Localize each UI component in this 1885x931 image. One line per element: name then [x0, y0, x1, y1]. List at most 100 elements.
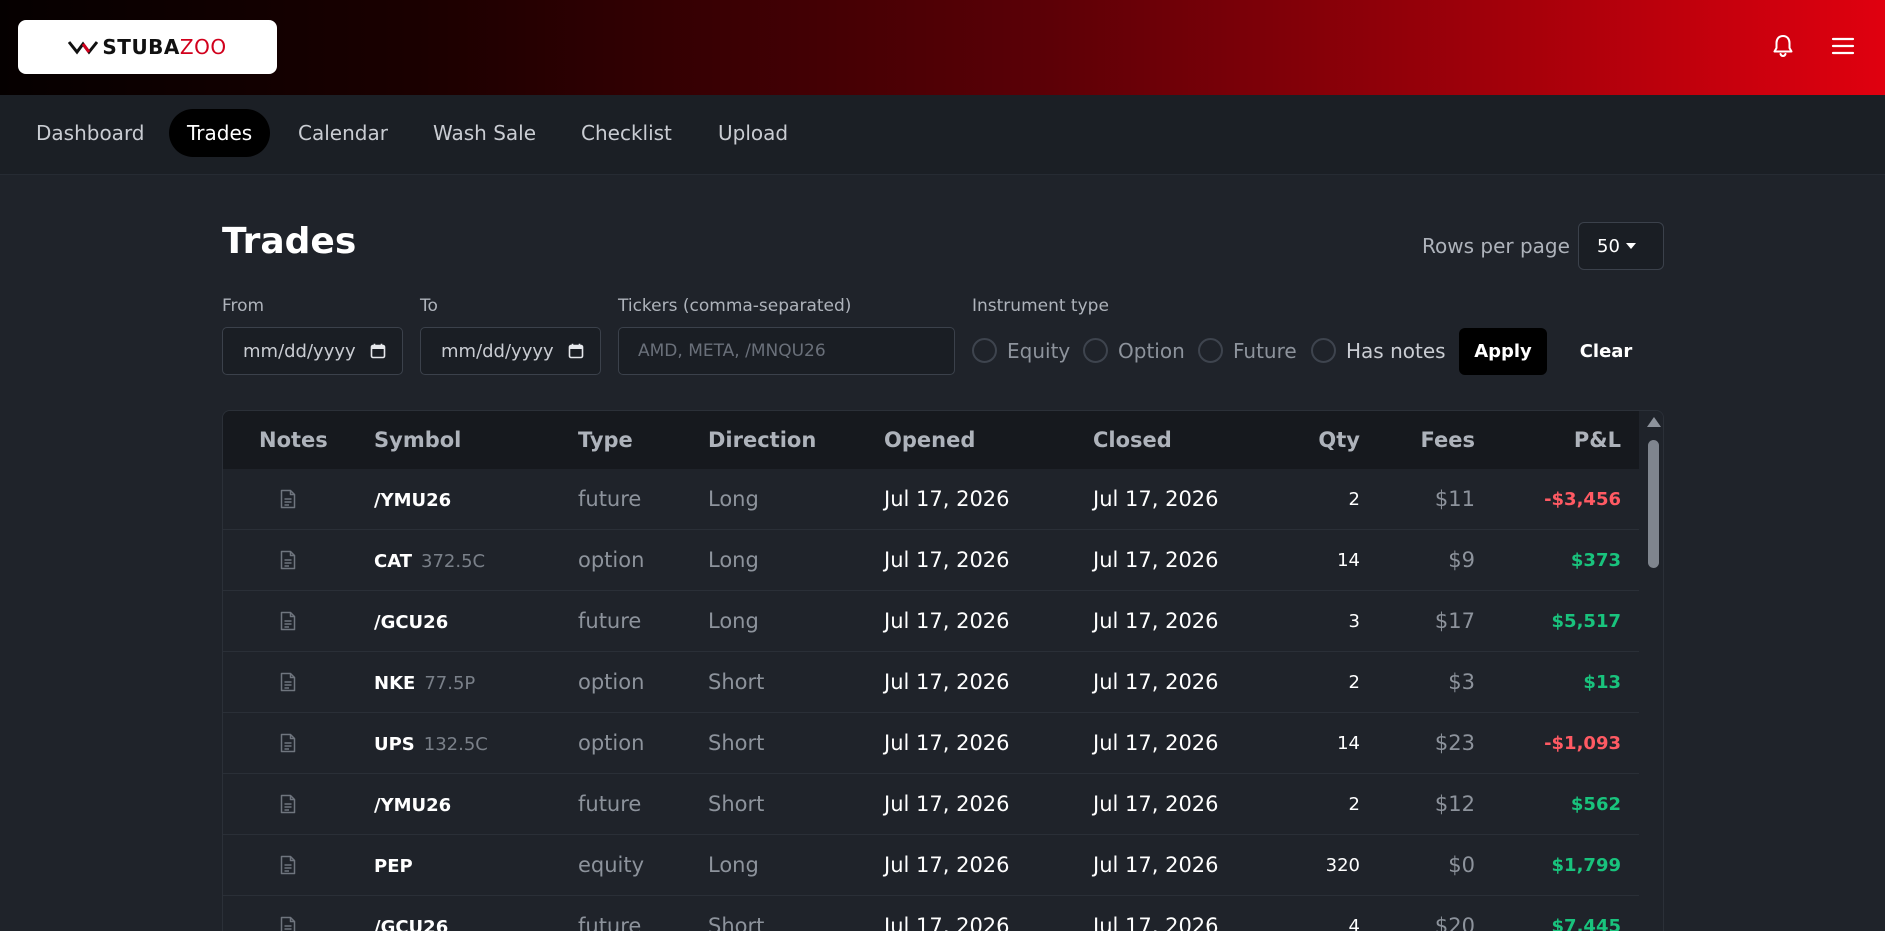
filter-future[interactable]: Future — [1198, 338, 1297, 363]
cell-opened: Jul 17, 2026 — [884, 731, 1010, 755]
nav-wash-sale[interactable]: Wash Sale — [415, 109, 554, 157]
col-closed[interactable]: Closed — [1093, 411, 1172, 469]
filter-option[interactable]: Option — [1083, 338, 1185, 363]
to-label: To — [420, 296, 438, 316]
from-date-input[interactable]: mm/dd/yyyy — [222, 327, 403, 375]
nav-calendar[interactable]: Calendar — [280, 109, 406, 157]
note-icon[interactable] — [279, 794, 297, 814]
col-direction[interactable]: Direction — [708, 411, 816, 469]
cell-qty: 14 — [1337, 733, 1360, 754]
nav-upload[interactable]: Upload — [700, 109, 806, 157]
cell-closed: Jul 17, 2026 — [1093, 670, 1219, 694]
cell-symbol: /GCU26 — [374, 896, 448, 931]
col-opened[interactable]: Opened — [884, 411, 975, 469]
nav-checklist[interactable]: Checklist — [563, 109, 690, 157]
cell-pnl: $562 — [1570, 794, 1621, 815]
cell-opened: Jul 17, 2026 — [884, 548, 1010, 572]
note-icon[interactable] — [279, 672, 297, 692]
cell-opened: Jul 17, 2026 — [884, 914, 1010, 931]
symbol-text: PEP — [374, 856, 413, 877]
cell-pnl: $7,445 — [1551, 916, 1621, 931]
cell-qty: 3 — [1348, 611, 1360, 632]
cell-direction: Long — [708, 487, 759, 511]
table-row[interactable]: /GCU26 future Long Jul 17, 2026 Jul 17, … — [223, 591, 1639, 652]
col-pnl[interactable]: P&L — [1574, 411, 1621, 469]
table-row[interactable]: /YMU26 future Long Jul 17, 2026 Jul 17, … — [223, 469, 1639, 530]
cell-pnl: $13 — [1583, 672, 1621, 693]
cell-direction: Short — [708, 731, 765, 755]
main-menu-button[interactable] — [1827, 30, 1859, 62]
scroll-up-arrow-icon[interactable] — [1647, 417, 1661, 427]
from-date-value: mm/dd/yyyy — [243, 340, 356, 362]
radio-circle — [1083, 338, 1108, 363]
filter-equity[interactable]: Equity — [972, 338, 1070, 363]
col-notes[interactable]: Notes — [259, 411, 328, 469]
table-row[interactable]: /YMU26 future Short Jul 17, 2026 Jul 17,… — [223, 774, 1639, 835]
strike-text: 132.5C — [423, 734, 488, 755]
table-row[interactable]: UPS 132.5C option Short Jul 17, 2026 Jul … — [223, 713, 1639, 774]
col-fees[interactable]: Fees — [1421, 411, 1475, 469]
filter-has-notes-label: Has notes — [1346, 338, 1446, 363]
cell-fees: $20 — [1434, 914, 1475, 931]
note-icon[interactable] — [279, 550, 297, 570]
tickers-input[interactable]: AMD, META, /MNQU26 — [618, 327, 955, 375]
cell-opened: Jul 17, 2026 — [884, 609, 1010, 633]
notifications-button[interactable] — [1767, 30, 1799, 62]
col-type[interactable]: Type — [578, 411, 633, 469]
page-title: Trades — [222, 221, 357, 262]
strike-text: 372.5C — [421, 551, 486, 572]
note-icon[interactable] — [279, 855, 297, 875]
note-icon[interactable] — [279, 916, 297, 931]
cell-symbol: /YMU26 — [374, 774, 451, 835]
cell-closed: Jul 17, 2026 — [1093, 914, 1219, 931]
rows-per-page-select[interactable]: 50 — [1578, 222, 1664, 270]
note-icon[interactable] — [279, 733, 297, 753]
cell-closed: Jul 17, 2026 — [1093, 792, 1219, 816]
col-qty[interactable]: Qty — [1318, 411, 1360, 469]
top-header: STUBAZOO — [0, 0, 1885, 95]
cell-direction: Short — [708, 914, 765, 931]
to-date-input[interactable]: mm/dd/yyyy — [420, 327, 601, 375]
cell-symbol: /YMU26 — [374, 469, 451, 530]
table-row[interactable]: /GCU26 future Short Jul 17, 2026 Jul 17,… — [223, 896, 1639, 931]
cell-opened: Jul 17, 2026 — [884, 670, 1010, 694]
symbol-text: /GCU26 — [374, 917, 449, 931]
table-row[interactable]: PEP equity Long Jul 17, 2026 Jul 17, 202… — [223, 835, 1639, 896]
nav-trades[interactable]: Trades — [169, 109, 271, 157]
trades-table: Notes Symbol Type Direction Opened Close… — [222, 410, 1664, 931]
bell-icon — [1773, 35, 1793, 58]
filter-has-notes[interactable]: Has notes — [1311, 338, 1446, 363]
clear-button[interactable]: Clear — [1566, 328, 1646, 375]
cell-type: option — [578, 731, 645, 755]
cell-symbol: PEP — [374, 835, 413, 896]
table-scrollbar[interactable] — [1643, 411, 1663, 931]
brand-logo[interactable]: STUBAZOO — [18, 20, 277, 74]
cell-type: option — [578, 548, 645, 572]
table-row[interactable]: NKE 77.5P option Short Jul 17, 2026 Jul 1… — [223, 652, 1639, 713]
calendar-icon[interactable] — [568, 343, 584, 359]
calendar-icon[interactable] — [370, 343, 386, 359]
symbol-text: /GCU26 — [374, 612, 449, 633]
note-icon[interactable] — [279, 611, 297, 631]
cell-closed: Jul 17, 2026 — [1093, 853, 1219, 877]
hamburger-icon — [1831, 37, 1855, 55]
apply-button[interactable]: Apply — [1459, 328, 1547, 375]
cell-type: future — [578, 487, 642, 511]
cell-fees: $17 — [1434, 609, 1475, 633]
scroll-thumb[interactable] — [1648, 440, 1659, 568]
cell-direction: Long — [708, 548, 759, 572]
col-symbol[interactable]: Symbol — [374, 411, 461, 469]
symbol-text: /YMU26 — [374, 490, 452, 511]
symbol-text: UPS — [374, 734, 415, 755]
nav-dashboard[interactable]: Dashboard — [18, 109, 163, 157]
cell-fees: $9 — [1448, 548, 1475, 572]
note-icon[interactable] — [279, 489, 297, 509]
to-date-value: mm/dd/yyyy — [441, 340, 554, 362]
cell-pnl: -$3,456 — [1544, 489, 1621, 510]
cell-closed: Jul 17, 2026 — [1093, 487, 1219, 511]
cell-symbol: CAT 372.5C — [374, 530, 485, 591]
table-row[interactable]: CAT 372.5C option Long Jul 17, 2026 Jul 1… — [223, 530, 1639, 591]
symbol-text: /YMU26 — [374, 795, 452, 816]
cell-fees: $23 — [1434, 731, 1475, 755]
cell-symbol: UPS 132.5C — [374, 713, 488, 774]
